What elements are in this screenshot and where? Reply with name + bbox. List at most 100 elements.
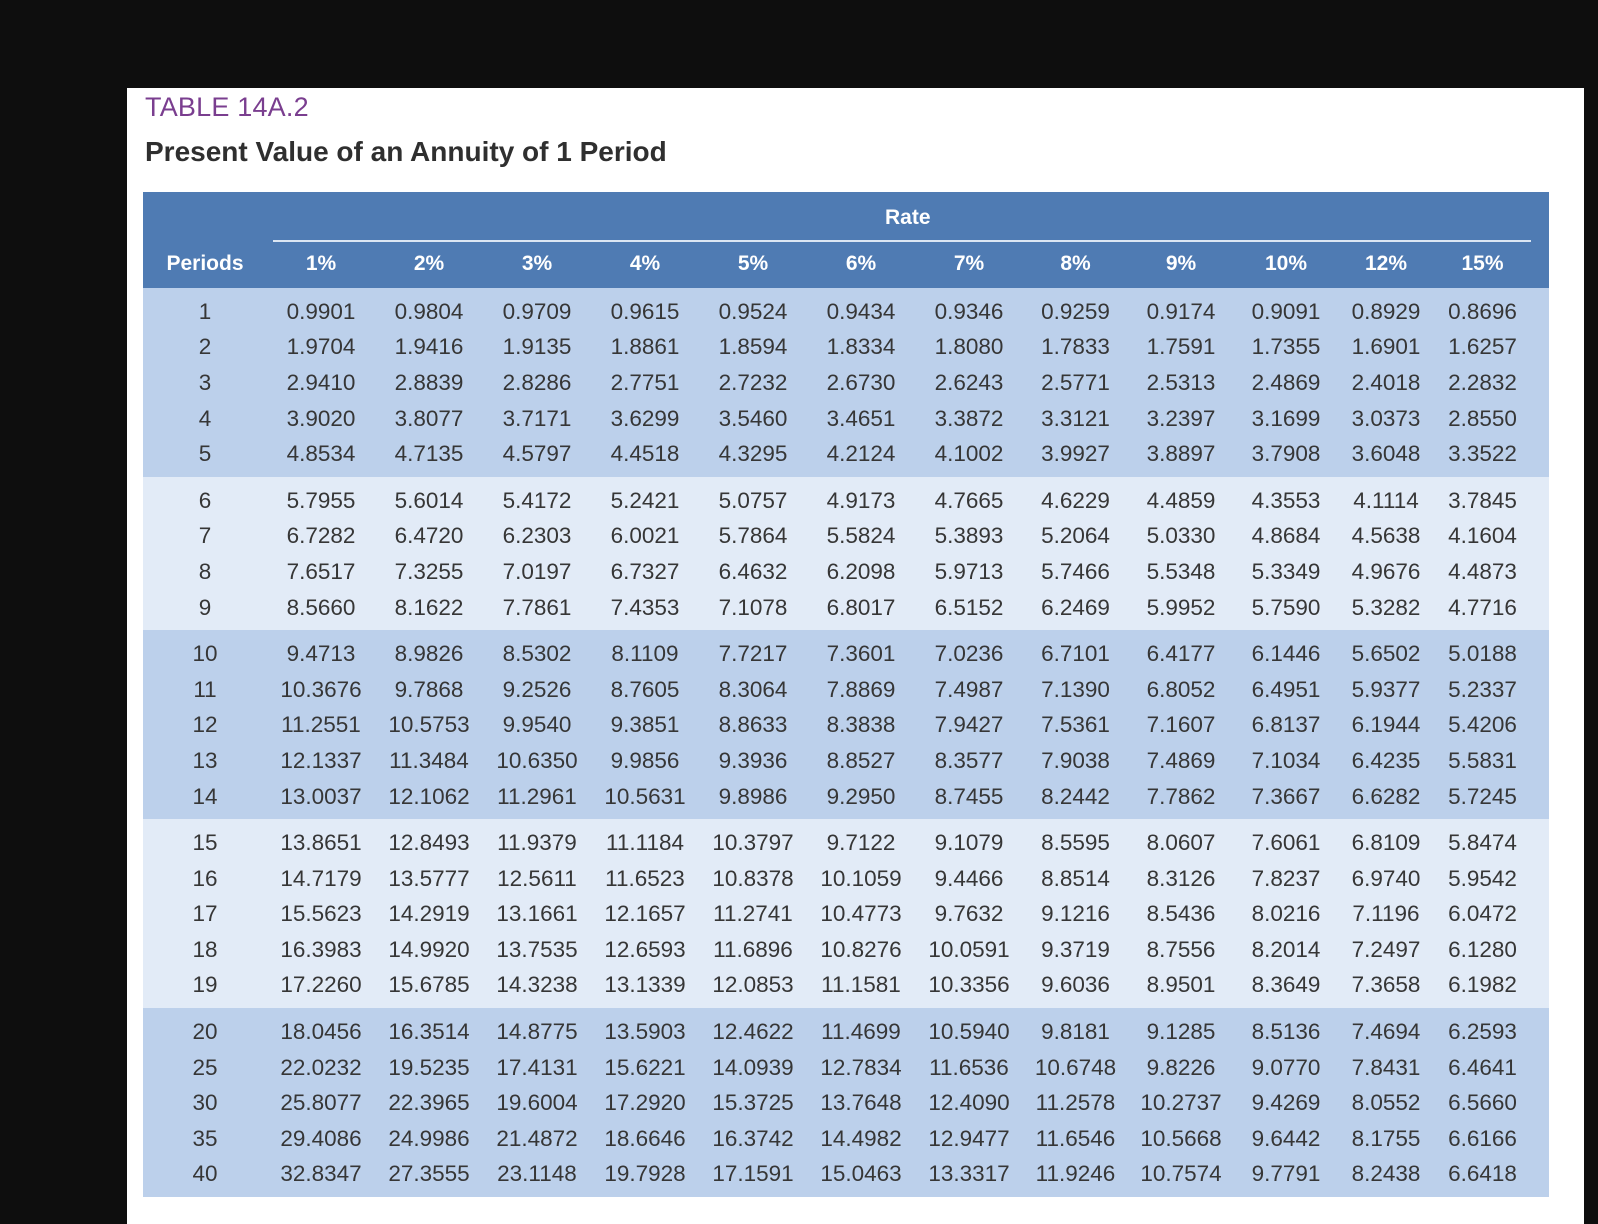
- value-cell: 6.2098: [826, 558, 896, 584]
- value-cell: 7.1607: [1146, 712, 1216, 738]
- value-cell: 12.1657: [604, 901, 686, 927]
- value-cell: 8.0552: [1351, 1090, 1421, 1116]
- value-cell: 0.9174: [1146, 298, 1216, 324]
- value-cell: 13.1339: [604, 972, 686, 998]
- value-cell: 1.8334: [826, 334, 896, 360]
- value-cell: 2.9410: [286, 369, 356, 395]
- row-group: 20 18.0456 16.3514 14.8775 13.5903 12.4622 11.…: [143, 1008, 1549, 1198]
- value-cell: 2.4018: [1351, 369, 1421, 395]
- value-cell: 18.0456: [280, 1019, 362, 1045]
- value-cell: 7.6517: [286, 558, 356, 584]
- value-cell: 14.8775: [496, 1019, 578, 1045]
- value-cell: 9.3936: [718, 747, 788, 773]
- value-cell: 10.7574: [1140, 1161, 1222, 1187]
- table-row: 15 13.8651 12.8493 11.9379 11.1184 10.3797 9.7…: [143, 825, 1549, 861]
- period-cell: 3: [198, 369, 212, 395]
- value-cell: 5.6014: [394, 487, 464, 513]
- rate-header-cell: 5%: [737, 252, 769, 275]
- table-body: 1 0.9901 0.9804 0.9709 0.9615 0.9524 0.9434 0.9…: [143, 288, 1549, 1198]
- value-cell: 23.1148: [497, 1161, 577, 1187]
- value-cell: 10.5668: [1140, 1125, 1222, 1151]
- period-cell: 10: [192, 641, 218, 667]
- table-row: 3 2.9410 2.8839 2.8286 2.7751 2.7232 2.6730 2.6…: [143, 365, 1549, 401]
- period-cell: 19: [192, 972, 218, 998]
- table-row: 11 10.3676 9.7868 9.2526 8.7605 8.3064 7.8869 7…: [143, 672, 1549, 708]
- value-cell: 22.3965: [388, 1090, 470, 1116]
- value-cell: 6.6282: [1351, 783, 1421, 809]
- value-cell: 11.9379: [497, 830, 577, 856]
- value-cell: 5.7955: [286, 487, 356, 513]
- value-cell: 8.3838: [826, 712, 896, 738]
- value-cell: 3.4651: [826, 405, 896, 431]
- value-cell: 8.5660: [286, 594, 356, 620]
- value-cell: 6.8109: [1351, 830, 1421, 856]
- period-cell: 16: [192, 865, 218, 891]
- value-cell: 4.9173: [826, 487, 896, 513]
- value-cell: 6.4177: [1146, 641, 1216, 667]
- table-row: 4 3.9020 3.8077 3.7171 3.6299 3.5460 3.4651 3.3…: [143, 401, 1549, 437]
- value-cell: 1.9416: [394, 334, 464, 360]
- value-cell: 9.1079: [934, 830, 1004, 856]
- value-cell: 5.9542: [1448, 865, 1517, 891]
- value-cell: 6.1944: [1351, 712, 1421, 738]
- value-cell: 3.7908: [1251, 441, 1321, 467]
- value-cell: 15.6221: [604, 1054, 686, 1080]
- value-cell: 5.3282: [1351, 594, 1421, 620]
- value-cell: 6.6166: [1448, 1125, 1517, 1151]
- value-cell: 9.9856: [610, 747, 680, 773]
- value-cell: 7.0236: [934, 641, 1004, 667]
- value-cell: 17.2260: [280, 972, 362, 998]
- value-cell: 9.1216: [1041, 901, 1110, 927]
- period-cell: 30: [192, 1090, 218, 1116]
- value-cell: 5.8474: [1448, 830, 1517, 856]
- value-cell: 4.1604: [1448, 523, 1517, 549]
- value-cell: 8.5136: [1251, 1019, 1321, 1045]
- value-cell: 5.9952: [1146, 594, 1216, 620]
- table-row: 2 1.9704 1.9416 1.9135 1.8861 1.8594 1.8334 1.8…: [143, 330, 1549, 366]
- value-cell: 4.2124: [826, 441, 896, 467]
- period-cell: 25: [192, 1054, 218, 1080]
- value-cell: 7.4987: [934, 676, 1004, 702]
- column-header-row: Periods 1% 2% 3% 4% 5% 6% 7% 8% 9% 10% 12% 15%: [143, 248, 1549, 280]
- value-cell: 13.7648: [820, 1090, 902, 1116]
- value-cell: 8.2014: [1251, 936, 1321, 962]
- table-row: 30 25.8077 22.3965 19.6004 17.2920 15.3725 13.…: [143, 1085, 1549, 1121]
- value-cell: 16.3514: [388, 1019, 470, 1045]
- value-cell: 14.0939: [712, 1054, 794, 1080]
- rate-header-cell: 6%: [845, 252, 877, 275]
- value-cell: 15.3725: [712, 1090, 794, 1116]
- value-cell: 4.4873: [1448, 558, 1517, 584]
- value-cell: 5.0330: [1146, 523, 1216, 549]
- value-cell: 7.8237: [1251, 865, 1321, 891]
- value-cell: 11.9246: [1035, 1161, 1116, 1187]
- value-cell: 9.4466: [934, 865, 1004, 891]
- value-cell: 9.3719: [1041, 936, 1110, 962]
- value-cell: 11.1184: [606, 830, 684, 856]
- value-cell: 3.8897: [1146, 441, 1216, 467]
- value-cell: 5.9377: [1351, 676, 1421, 702]
- value-cell: 8.3126: [1146, 865, 1216, 891]
- value-cell: 8.2442: [1041, 783, 1110, 809]
- value-cell: 6.8137: [1251, 712, 1321, 738]
- value-cell: 16.3742: [712, 1125, 794, 1151]
- value-cell: 9.7632: [934, 901, 1004, 927]
- value-cell: 12.1337: [280, 747, 362, 773]
- value-cell: 7.7862: [1146, 783, 1216, 809]
- value-cell: 9.6442: [1251, 1125, 1321, 1151]
- value-cell: 12.0853: [712, 972, 794, 998]
- value-cell: 4.8684: [1251, 523, 1321, 549]
- value-cell: 0.9346: [934, 298, 1004, 324]
- value-cell: 11.6536: [929, 1054, 1009, 1080]
- value-cell: 7.9038: [1041, 747, 1110, 773]
- period-cell: 7: [198, 523, 212, 549]
- value-cell: 4.3553: [1251, 487, 1321, 513]
- table-row: 17 15.5623 14.2919 13.1661 12.1657 11.2741 10.…: [143, 897, 1549, 933]
- value-cell: 8.1622: [394, 594, 464, 620]
- value-cell: 12.6593: [604, 936, 686, 962]
- table-row: 8 7.6517 7.3255 7.0197 6.7327 6.4632 6.2098 5.9…: [143, 554, 1549, 590]
- value-cell: 7.0197: [502, 558, 572, 584]
- value-cell: 1.7355: [1251, 334, 1321, 360]
- value-cell: 6.8052: [1146, 676, 1216, 702]
- value-cell: 9.2526: [502, 676, 572, 702]
- value-cell: 9.0770: [1251, 1054, 1321, 1080]
